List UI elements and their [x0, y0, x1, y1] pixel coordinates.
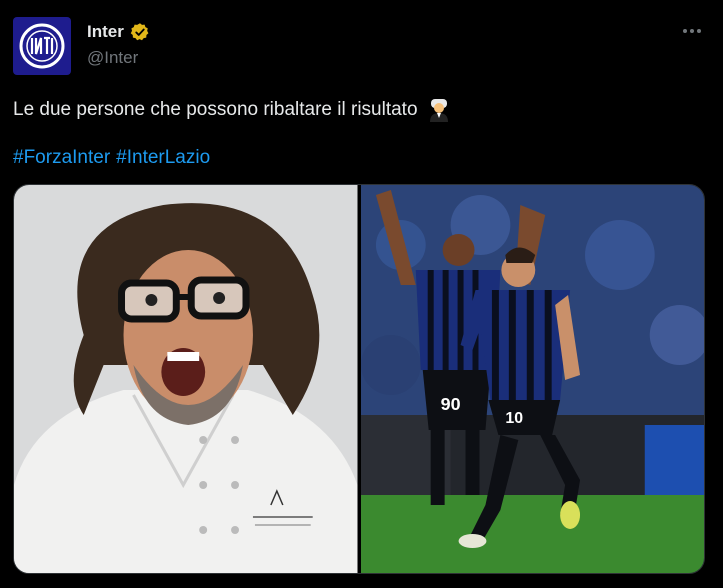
author-name-row: Inter	[87, 22, 150, 42]
post-text: Le due persone che possono ribaltare il …	[13, 99, 418, 120]
media-grid: 90 10	[13, 184, 705, 574]
display-name[interactable]: Inter	[87, 22, 124, 42]
profile-avatar[interactable]	[13, 17, 71, 75]
inter-crest-icon	[19, 23, 65, 69]
author-handle[interactable]: @Inter	[87, 48, 138, 68]
post-text-row: Le due persone che possono ribaltare il …	[13, 97, 452, 123]
svg-text:90: 90	[440, 394, 460, 414]
gold-verified-icon	[130, 23, 149, 41]
hashtag-forzainter[interactable]: #ForzaInter	[13, 147, 110, 169]
man-judge-emoji	[429, 99, 448, 122]
hashtags-row: #ForzaInter #InterLazio	[13, 147, 210, 169]
photo-chef[interactable]	[14, 185, 358, 573]
svg-text:10: 10	[505, 410, 523, 427]
hashtag-interlazio[interactable]: #InterLazio	[116, 147, 210, 169]
more-options-icon[interactable]	[681, 20, 703, 42]
photo-players[interactable]: 90 10	[360, 185, 704, 573]
